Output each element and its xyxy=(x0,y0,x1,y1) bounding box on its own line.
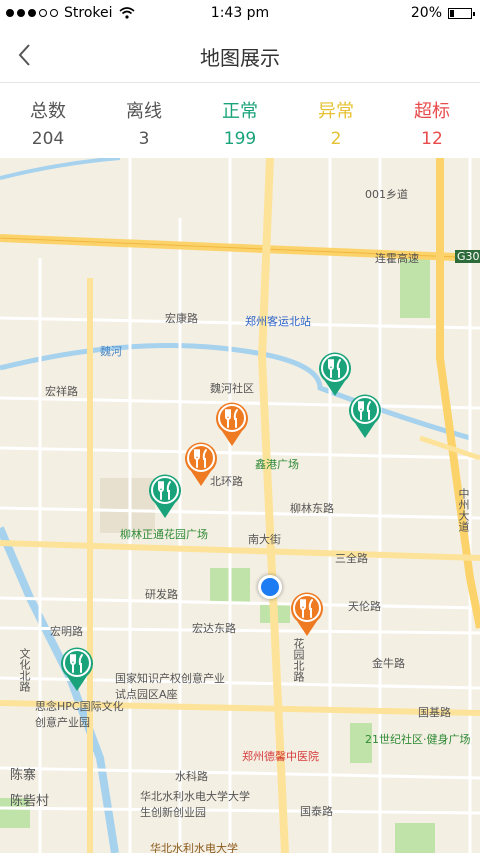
battery-icon xyxy=(448,7,475,19)
map-label: 魏河 xyxy=(100,345,122,358)
stat-label: 异常 xyxy=(318,101,354,122)
map-label: 思念HPC国际文化创意产业园 xyxy=(35,700,124,729)
map-label: 天伦路 xyxy=(348,600,381,613)
battery-percent: 20% xyxy=(410,5,442,21)
stat-label: 正常 xyxy=(222,101,258,122)
map-label: 宏祥路 xyxy=(45,385,78,398)
map-label: 柳林正通花园广场 xyxy=(120,528,208,541)
map-label: 南大街 xyxy=(248,533,281,546)
map-label: 陈砦村 xyxy=(10,794,50,809)
map-label: 华北水利水电大学 xyxy=(150,842,238,853)
map-label: 21世纪社区·健身广场 xyxy=(365,733,471,746)
stat-exceeded[interactable]: 超标 12 xyxy=(384,83,480,158)
map-label: 中州大道 xyxy=(457,488,470,532)
fork-knife-pin-icon[interactable] xyxy=(215,401,249,447)
map-label: 宏达东路 xyxy=(192,622,236,635)
stat-value: 12 xyxy=(421,129,443,149)
fork-knife-pin-icon[interactable] xyxy=(60,646,94,692)
map-view[interactable]: 001乡道 连霍高速 G30 宏康路 郑州客运北站 魏河 魏河社区 鑫港广场 北… xyxy=(0,158,480,853)
map-label: 郑州客运北站 xyxy=(245,315,311,328)
map-label: 郑州德馨中医院 xyxy=(242,750,319,763)
stat-normal[interactable]: 正常 199 xyxy=(192,83,288,158)
map-label: 宏康路 xyxy=(165,312,198,325)
stat-label: 离线 xyxy=(126,101,162,122)
map-label: G30 xyxy=(455,250,480,263)
fork-knife-pin-icon[interactable] xyxy=(348,393,382,439)
status-bar: Strokei 1:43 pm 20% xyxy=(0,0,480,28)
map-label: 花园北路 xyxy=(292,638,305,682)
map-label: 国家知识产权创意产业试点园区A座 xyxy=(115,672,225,701)
map-label: 连霍高速 xyxy=(375,252,419,265)
fork-knife-pin-icon[interactable] xyxy=(290,591,324,637)
map-label: 柳林东路 xyxy=(290,502,334,515)
stat-total[interactable]: 总数 204 xyxy=(0,83,96,158)
map-label: 文化北路 xyxy=(18,648,31,692)
map-label: 宏明路 xyxy=(50,625,83,638)
map-label: 陈寨 xyxy=(10,768,37,783)
stat-value: 204 xyxy=(31,129,65,149)
battery-group: 20% xyxy=(410,5,475,21)
stat-value: 3 xyxy=(138,129,150,149)
stat-value: 2 xyxy=(330,129,342,149)
map-label: 水科路 xyxy=(175,770,208,783)
map-label: 金牛路 xyxy=(372,657,405,670)
fork-knife-pin-icon[interactable] xyxy=(318,351,352,397)
map-label: 国泰路 xyxy=(300,805,333,818)
clock: 1:43 pm xyxy=(210,5,270,21)
map-label: 三全路 xyxy=(335,552,368,565)
map-label: 国基路 xyxy=(418,706,451,719)
map-label: 鑫港广场 xyxy=(255,458,299,471)
map-label: 研发路 xyxy=(145,588,178,601)
current-location-marker xyxy=(258,575,282,599)
fork-knife-pin-icon[interactable] xyxy=(148,473,182,519)
map-label: 001乡道 xyxy=(365,188,408,201)
navigation-bar: 地图展示 xyxy=(0,28,480,83)
stat-value: 199 xyxy=(223,129,257,149)
map-label: 华北水利水电大学大学生创新创业园 xyxy=(140,790,250,819)
fork-knife-pin-icon[interactable] xyxy=(184,441,218,487)
page-title: 地图展示 xyxy=(200,46,280,70)
stat-label: 超标 xyxy=(414,101,450,122)
stat-offline[interactable]: 离线 3 xyxy=(96,83,192,158)
stat-label: 总数 xyxy=(30,101,66,122)
stat-abnormal[interactable]: 异常 2 xyxy=(288,83,384,158)
stats-summary: 总数 204 离线 3 正常 199 异常 2 超标 12 xyxy=(0,83,480,158)
map-label: 魏河社区 xyxy=(210,382,254,395)
